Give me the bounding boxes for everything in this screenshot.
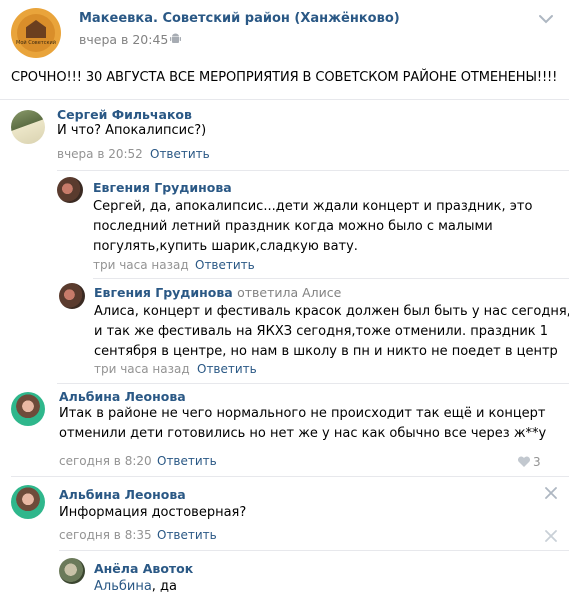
comment-author-name[interactable]: Евгения Грудинова [94, 285, 233, 300]
comment-text: Итак в районе не чего нормального не про… [59, 404, 546, 444]
comment-text: И что? Апокалипсис?) [57, 121, 206, 141]
comment-line: Алиса, концерт и фестиваль красок должен… [94, 304, 569, 319]
avatar[interactable] [59, 283, 85, 309]
post-time[interactable]: вчера в 20:45 [79, 32, 168, 47]
post-text: СРОЧНО!!! 30 АВГУСТА ВСЕ МЕРОПРИЯТИЯ В С… [11, 70, 558, 85]
divider [93, 278, 569, 279]
comment-text: Сергей, да, апокалипсис...дети ждали кон… [93, 197, 532, 257]
replied-to-label[interactable]: ответила Алисе [237, 285, 341, 300]
comment-line: последний летний праздник когда можно бы… [93, 219, 493, 234]
comment-line: И что? Апокалипсис?) [57, 123, 207, 138]
comment-author[interactable]: Альбина Леонова [59, 389, 186, 404]
comment-author[interactable]: Анёла Авоток [94, 561, 193, 576]
divider [11, 476, 569, 477]
comment-text: Альбина, да [94, 577, 177, 597]
comment-line: отменили дети готовились но нет же у нас… [59, 426, 547, 441]
divider [57, 383, 569, 384]
comment-text: Информация достоверная? [59, 503, 246, 523]
avatar[interactable] [11, 392, 45, 426]
divider [0, 99, 569, 100]
comment-time[interactable]: три часа назад [93, 258, 189, 272]
avatar[interactable] [11, 110, 45, 144]
android-icon [170, 33, 181, 43]
comment-time[interactable]: три часа назад [94, 362, 190, 376]
comment-text-rest: , да [151, 579, 178, 594]
close-icon[interactable] [545, 530, 557, 542]
comment-author[interactable]: Евгения Грудинова ответила Алисе [94, 285, 341, 300]
like-count[interactable]: 3 [533, 455, 541, 469]
comment-line: Сергей, да, апокалипсис...дети ждали кон… [93, 199, 533, 214]
comment-line: Информация достоверная? [59, 505, 247, 520]
heart-icon[interactable] [517, 456, 531, 468]
reply-button[interactable]: Ответить [150, 147, 210, 161]
avatar-text: Мой Советский [16, 40, 56, 46]
group-name[interactable]: Макеевка. Советский район (Ханжёнково) [79, 11, 400, 26]
reply-button[interactable]: Ответить [195, 258, 255, 272]
group-avatar[interactable]: Мой Советский [11, 8, 61, 58]
divider [57, 170, 569, 171]
chevron-down-icon[interactable] [538, 14, 554, 24]
divider [59, 550, 569, 551]
comment-author[interactable]: Альбина Леонова [59, 487, 186, 502]
comment-text: Алиса, концерт и фестиваль красок должен… [94, 302, 569, 362]
reply-button[interactable]: Ответить [197, 362, 257, 376]
avatar[interactable] [11, 485, 45, 519]
comment-time[interactable]: вчера в 20:52 [57, 147, 143, 161]
comment-author[interactable]: Сергей Фильчаков [57, 107, 192, 122]
close-icon[interactable] [545, 487, 557, 499]
comment-line: погулять,купить шарик,сладкую вату. [93, 239, 358, 254]
comment-line: Итак в районе не чего нормального не про… [59, 406, 546, 421]
reply-button[interactable]: Ответить [157, 528, 217, 542]
post-header: Мой Советский Макеевка. Советский район … [0, 0, 569, 60]
avatar[interactable] [59, 558, 85, 584]
comment-line: и так же фестиваль на ЯКХЗ сегодня,тоже … [94, 324, 549, 339]
comment-time[interactable]: сегодня в 8:35 [59, 528, 152, 542]
comment-author[interactable]: Евгения Грудинова [93, 180, 232, 195]
reply-mention-link[interactable]: Альбина [94, 579, 152, 594]
comment-line: сентября в центре, но нам в школу в пн и… [94, 344, 558, 359]
comment-time[interactable]: сегодня в 8:20 [59, 454, 152, 468]
avatar[interactable] [57, 177, 83, 203]
reply-button[interactable]: Ответить [157, 454, 217, 468]
